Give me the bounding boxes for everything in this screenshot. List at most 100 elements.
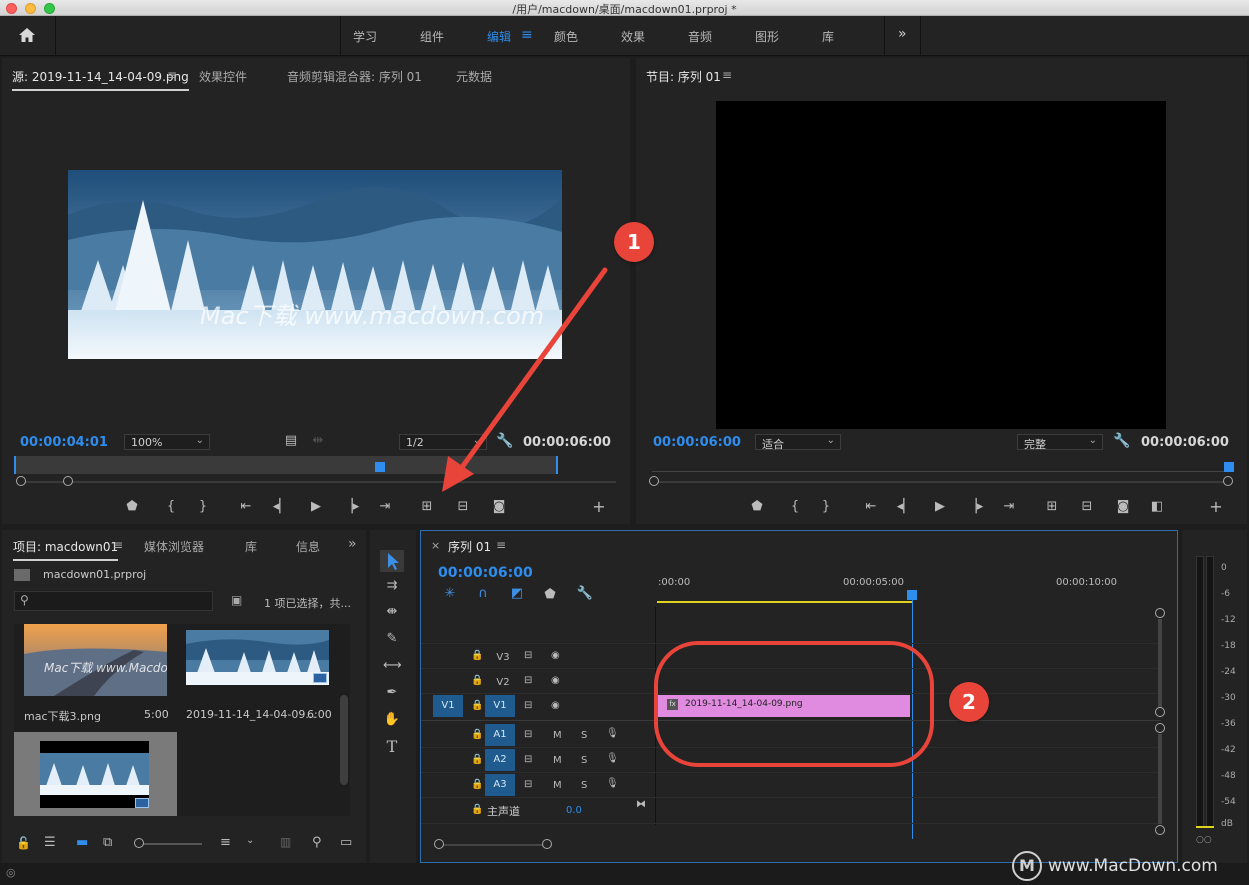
- go-to-in-icon[interactable]: ⇤: [237, 498, 255, 516]
- lock-track-v1-icon[interactable]: 🔒: [471, 700, 483, 711]
- filmstrip-icon[interactable]: ▤: [282, 432, 300, 450]
- insert-icon[interactable]: ⊞: [418, 498, 436, 516]
- timeline-zoom-bar[interactable]: [439, 844, 549, 846]
- track-target-a2[interactable]: A2: [485, 749, 515, 771]
- freeform-view-icon[interactable]: ⧉: [103, 835, 112, 850]
- overwrite-icon[interactable]: ⊟: [454, 498, 472, 516]
- drag-video-icon[interactable]: ⇹: [309, 432, 327, 450]
- nest-toggle-icon[interactable]: ✳: [441, 585, 459, 603]
- sync-lock-a1-icon[interactable]: ⊟: [524, 729, 532, 740]
- mute-a1-button[interactable]: M: [553, 730, 562, 741]
- hand-tool-icon[interactable]: ✋: [383, 711, 401, 729]
- automate-to-sequence-icon[interactable]: ▥: [280, 835, 291, 849]
- eye-v1-icon[interactable]: ◉: [551, 700, 560, 711]
- workspace-tab-audio[interactable]: 音频: [688, 28, 712, 45]
- timeline-zoom-start-handle[interactable]: [434, 839, 444, 849]
- workspace-tab-editing[interactable]: 编辑: [487, 28, 511, 45]
- program-go-to-out-icon[interactable]: ⇥: [1000, 498, 1018, 516]
- program-export-frame-camera-icon[interactable]: ◙: [1114, 498, 1132, 516]
- project-tab-menu-icon[interactable]: ≡: [113, 538, 123, 552]
- source-zoom-dropdown[interactable]: 100% ⌄: [124, 434, 210, 450]
- play-icon[interactable]: ▶: [307, 498, 325, 516]
- lock-track-a1-icon[interactable]: 🔒: [471, 729, 483, 740]
- master-volume-value[interactable]: 0.0: [566, 805, 582, 816]
- mute-a3-button[interactable]: M: [553, 780, 562, 791]
- timeline-add-marker-icon[interactable]: ⬟: [541, 586, 559, 604]
- audio-scroll-top-handle[interactable]: [1155, 723, 1165, 733]
- timeline-settings-wrench-icon[interactable]: 🔧: [576, 585, 594, 603]
- program-add-button-icon[interactable]: +: [1207, 498, 1225, 516]
- tab-effect-controls[interactable]: 效果控件: [199, 68, 247, 85]
- lock-icon[interactable]: 🔓: [16, 836, 31, 850]
- tab-metadata[interactable]: 元数据: [456, 68, 492, 85]
- new-bin-icon[interactable]: ▭: [340, 835, 352, 850]
- tab-program[interactable]: 节目: 序列 01: [646, 68, 721, 85]
- video-scroll-bottom-handle[interactable]: [1155, 707, 1165, 717]
- master-go-to-icon[interactable]: ⧓: [636, 799, 646, 810]
- source-patch-v1[interactable]: V1: [433, 695, 463, 717]
- new-search-bin-icon[interactable]: ▣: [231, 593, 242, 607]
- lock-track-v2-icon[interactable]: 🔒: [471, 675, 483, 686]
- tab-sequence[interactable]: 序列 01: [448, 538, 491, 555]
- solo-a2-button[interactable]: S: [581, 755, 587, 766]
- type-tool-icon[interactable]: T: [383, 738, 401, 756]
- workspace-tab-assembly[interactable]: 组件: [420, 28, 444, 45]
- lock-master-icon[interactable]: 🔒: [471, 804, 483, 815]
- track-target-a1[interactable]: A1: [485, 724, 515, 746]
- mark-in-icon[interactable]: {: [162, 498, 180, 516]
- work-area-bar[interactable]: [657, 601, 912, 603]
- source-tab-menu-icon[interactable]: ≡: [167, 68, 177, 82]
- solo-a3-button[interactable]: S: [581, 780, 587, 791]
- program-settings-wrench-icon[interactable]: 🔧: [1113, 432, 1131, 450]
- eye-v3-icon[interactable]: ◉: [551, 650, 560, 661]
- project-item-thumb-mac-download3[interactable]: Mac下载 www.Macdown.com: [24, 624, 167, 696]
- selection-tool-button[interactable]: [380, 550, 404, 572]
- program-quality-dropdown[interactable]: 完整 ⌄: [1017, 434, 1103, 451]
- project-more-icon[interactable]: »: [348, 536, 357, 552]
- program-step-back-icon[interactable]: ◂▏: [896, 498, 914, 516]
- lock-track-v3-icon[interactable]: 🔒: [471, 650, 483, 661]
- tab-project[interactable]: 项目: macdown01: [13, 538, 119, 561]
- track-target-v1[interactable]: V1: [485, 695, 515, 717]
- comparison-view-icon[interactable]: ◧: [1148, 498, 1166, 516]
- add-marker-icon[interactable]: ⬟: [123, 498, 141, 516]
- program-zoom-end-handle[interactable]: [1223, 476, 1233, 486]
- workspace-tab-libraries[interactable]: 库: [822, 28, 834, 45]
- thumb-size-handle[interactable]: [134, 838, 144, 848]
- track-select-tool-icon[interactable]: ⇉: [383, 577, 401, 595]
- workspace-tab-color[interactable]: 颜色: [554, 28, 578, 45]
- program-zoom-bar[interactable]: [656, 481, 1226, 483]
- lock-track-a3-icon[interactable]: 🔒: [471, 779, 483, 790]
- project-search-input[interactable]: ⚲: [14, 591, 213, 611]
- program-zoom-start-handle[interactable]: [649, 476, 659, 486]
- program-step-forward-icon[interactable]: ▕▸: [966, 498, 984, 516]
- program-fit-dropdown[interactable]: 适合 ⌄: [755, 434, 841, 451]
- video-scrollbar[interactable]: [1158, 619, 1162, 709]
- step-forward-icon[interactable]: ▕▸: [342, 498, 360, 516]
- project-item-selected-sequence[interactable]: [14, 732, 177, 816]
- lift-icon[interactable]: ⊞: [1043, 498, 1061, 516]
- tab-source[interactable]: 源: 2019-11-14_14-04-09.png: [12, 68, 189, 91]
- export-frame-camera-icon[interactable]: ◙: [490, 498, 508, 516]
- thumb-size-slider[interactable]: [142, 843, 202, 845]
- workspace-tab-graphics[interactable]: 图形: [755, 28, 779, 45]
- track-target-a3[interactable]: A3: [485, 774, 515, 796]
- project-scrollbar[interactable]: [340, 695, 348, 785]
- sync-lock-v3-icon[interactable]: ⊟: [524, 650, 532, 661]
- linked-selection-icon[interactable]: ◩: [508, 585, 526, 603]
- sync-lock-v2-icon[interactable]: ⊟: [524, 675, 532, 686]
- program-timeline-ruler[interactable]: [652, 462, 1230, 472]
- lock-track-a2-icon[interactable]: 🔒: [471, 754, 483, 765]
- audio-scroll-bottom-handle[interactable]: [1155, 825, 1165, 835]
- source-zoom-start-handle[interactable]: [16, 476, 26, 486]
- extract-icon[interactable]: ⊟: [1078, 498, 1096, 516]
- sort-chevron-down-icon[interactable]: ⌄: [246, 835, 254, 846]
- list-view-icon[interactable]: ☰: [44, 835, 56, 850]
- sequence-menu-icon[interactable]: ≡: [496, 538, 506, 552]
- home-icon[interactable]: [17, 26, 37, 46]
- source-current-time[interactable]: 00:00:04:01: [20, 435, 108, 450]
- workspace-tab-effects[interactable]: 效果: [621, 28, 645, 45]
- program-play-icon[interactable]: ▶: [931, 498, 949, 516]
- sort-icons-icon[interactable]: ≡: [220, 835, 231, 850]
- add-button-icon[interactable]: +: [590, 498, 608, 516]
